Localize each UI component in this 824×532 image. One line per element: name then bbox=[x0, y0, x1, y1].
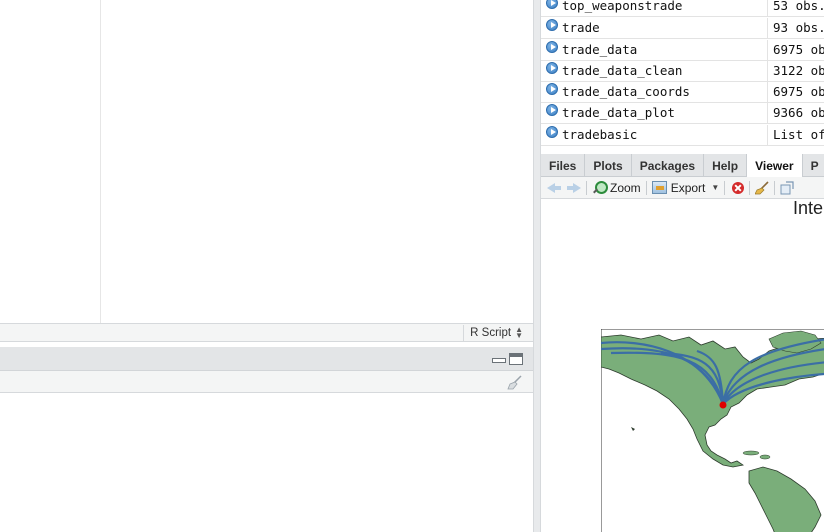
env-var-value: List of bbox=[767, 125, 824, 146]
expand-play-icon[interactable] bbox=[546, 83, 558, 95]
expand-play-icon[interactable] bbox=[546, 126, 558, 138]
clear-console-broom-icon[interactable] bbox=[507, 374, 523, 390]
env-var-value: 6975 ob bbox=[767, 82, 824, 103]
forward-arrow-icon[interactable] bbox=[567, 182, 581, 194]
env-var-value: 53 obs. bbox=[767, 0, 824, 17]
env-var-name: trade_data_coords bbox=[562, 84, 690, 99]
expand-play-icon[interactable] bbox=[546, 104, 558, 116]
env-var-value: 93 obs. bbox=[767, 18, 824, 39]
origin-point-marker bbox=[719, 401, 727, 409]
pane-gap bbox=[541, 147, 824, 154]
tab-packages[interactable]: Packages bbox=[632, 154, 705, 177]
export-label: Export bbox=[670, 180, 706, 195]
console-output[interactable] bbox=[0, 393, 533, 532]
source-editor[interactable] bbox=[0, 0, 533, 323]
export-icon bbox=[651, 181, 667, 194]
tab-viewer[interactable]: Viewer bbox=[747, 154, 803, 178]
file-type-selector[interactable]: R Script ▲ ▼ bbox=[463, 325, 529, 341]
env-var-value: 3122 ob bbox=[767, 61, 824, 82]
expand-play-icon[interactable] bbox=[546, 19, 558, 31]
env-row[interactable]: trade 93 obs. bbox=[541, 18, 824, 39]
tab-plots[interactable]: Plots bbox=[585, 154, 632, 177]
files-pane-tabs: Files Plots Packages Help Viewer P bbox=[541, 154, 824, 178]
toolbar-separator bbox=[724, 180, 726, 195]
editor-status-bar: R Script ▲ ▼ bbox=[0, 323, 533, 342]
maximize-pane-icon[interactable] bbox=[509, 353, 523, 365]
env-var-name: tradebasic bbox=[562, 127, 638, 142]
environment-table: top_weaponstrade 53 obs. trade 93 obs. t… bbox=[541, 0, 824, 147]
tab-help[interactable]: Help bbox=[704, 154, 748, 177]
viewer-toolbar: Zoom Export ▼ bbox=[541, 177, 824, 199]
file-type-label: R Script bbox=[470, 327, 512, 339]
toolbar-separator bbox=[645, 180, 647, 195]
env-var-name: top_weaponstrade bbox=[562, 0, 683, 13]
toolbar-separator bbox=[749, 180, 751, 195]
rstudio-window: R Script ▲ ▼ top_weaponstrade 53 obs. tra… bbox=[0, 0, 824, 532]
back-arrow-icon[interactable] bbox=[547, 182, 561, 194]
toolbar-separator bbox=[774, 180, 776, 195]
env-row[interactable]: trade_data 6975 ob bbox=[541, 40, 824, 61]
editor-margin-line bbox=[100, 0, 101, 323]
viewer-map-title: Inte bbox=[793, 199, 824, 218]
env-var-value: 9366 ob bbox=[767, 103, 824, 124]
env-row[interactable]: trade_data_coords 6975 ob bbox=[541, 82, 824, 103]
env-var-value: 6975 ob bbox=[767, 40, 824, 61]
tab-files[interactable]: Files bbox=[541, 154, 586, 177]
expand-play-icon[interactable] bbox=[546, 62, 558, 74]
env-row[interactable]: top_weaponstrade 53 obs. bbox=[541, 0, 824, 17]
env-var-name: trade_data_plot bbox=[562, 105, 675, 120]
env-var-name: trade_data bbox=[562, 42, 638, 57]
console-toolbar bbox=[0, 371, 533, 393]
vertical-pane-splitter[interactable] bbox=[533, 0, 541, 532]
expand-play-icon[interactable] bbox=[546, 0, 558, 9]
zoom-button[interactable]: Zoom bbox=[592, 180, 641, 195]
popout-icon[interactable] bbox=[780, 180, 794, 195]
chevron-down-icon: ▼ bbox=[711, 183, 720, 192]
expand-play-icon[interactable] bbox=[546, 41, 558, 53]
env-row[interactable]: tradebasic List of bbox=[541, 125, 824, 146]
broom-clear-icon[interactable] bbox=[755, 180, 769, 195]
tab-presentation[interactable]: P bbox=[803, 154, 824, 177]
close-red-icon[interactable] bbox=[732, 181, 745, 194]
env-var-name: trade_data_clean bbox=[562, 63, 683, 78]
minimize-pane-icon[interactable] bbox=[491, 353, 506, 365]
zoom-magnifier-icon bbox=[592, 180, 608, 195]
export-button[interactable]: Export ▼ bbox=[651, 180, 720, 195]
trade-routes-map bbox=[601, 329, 824, 532]
env-row[interactable]: trade_data_plot 9366 ob bbox=[541, 103, 824, 124]
zoom-label: Zoom bbox=[610, 180, 641, 195]
console-header bbox=[0, 347, 533, 371]
env-row[interactable]: trade_data_clean 3122 ob bbox=[541, 61, 824, 82]
env-var-name: trade bbox=[562, 20, 600, 35]
updown-chevron-icon: ▲ ▼ bbox=[515, 325, 523, 340]
viewer-content[interactable]: Inte bbox=[541, 199, 824, 532]
toolbar-separator bbox=[586, 180, 587, 195]
